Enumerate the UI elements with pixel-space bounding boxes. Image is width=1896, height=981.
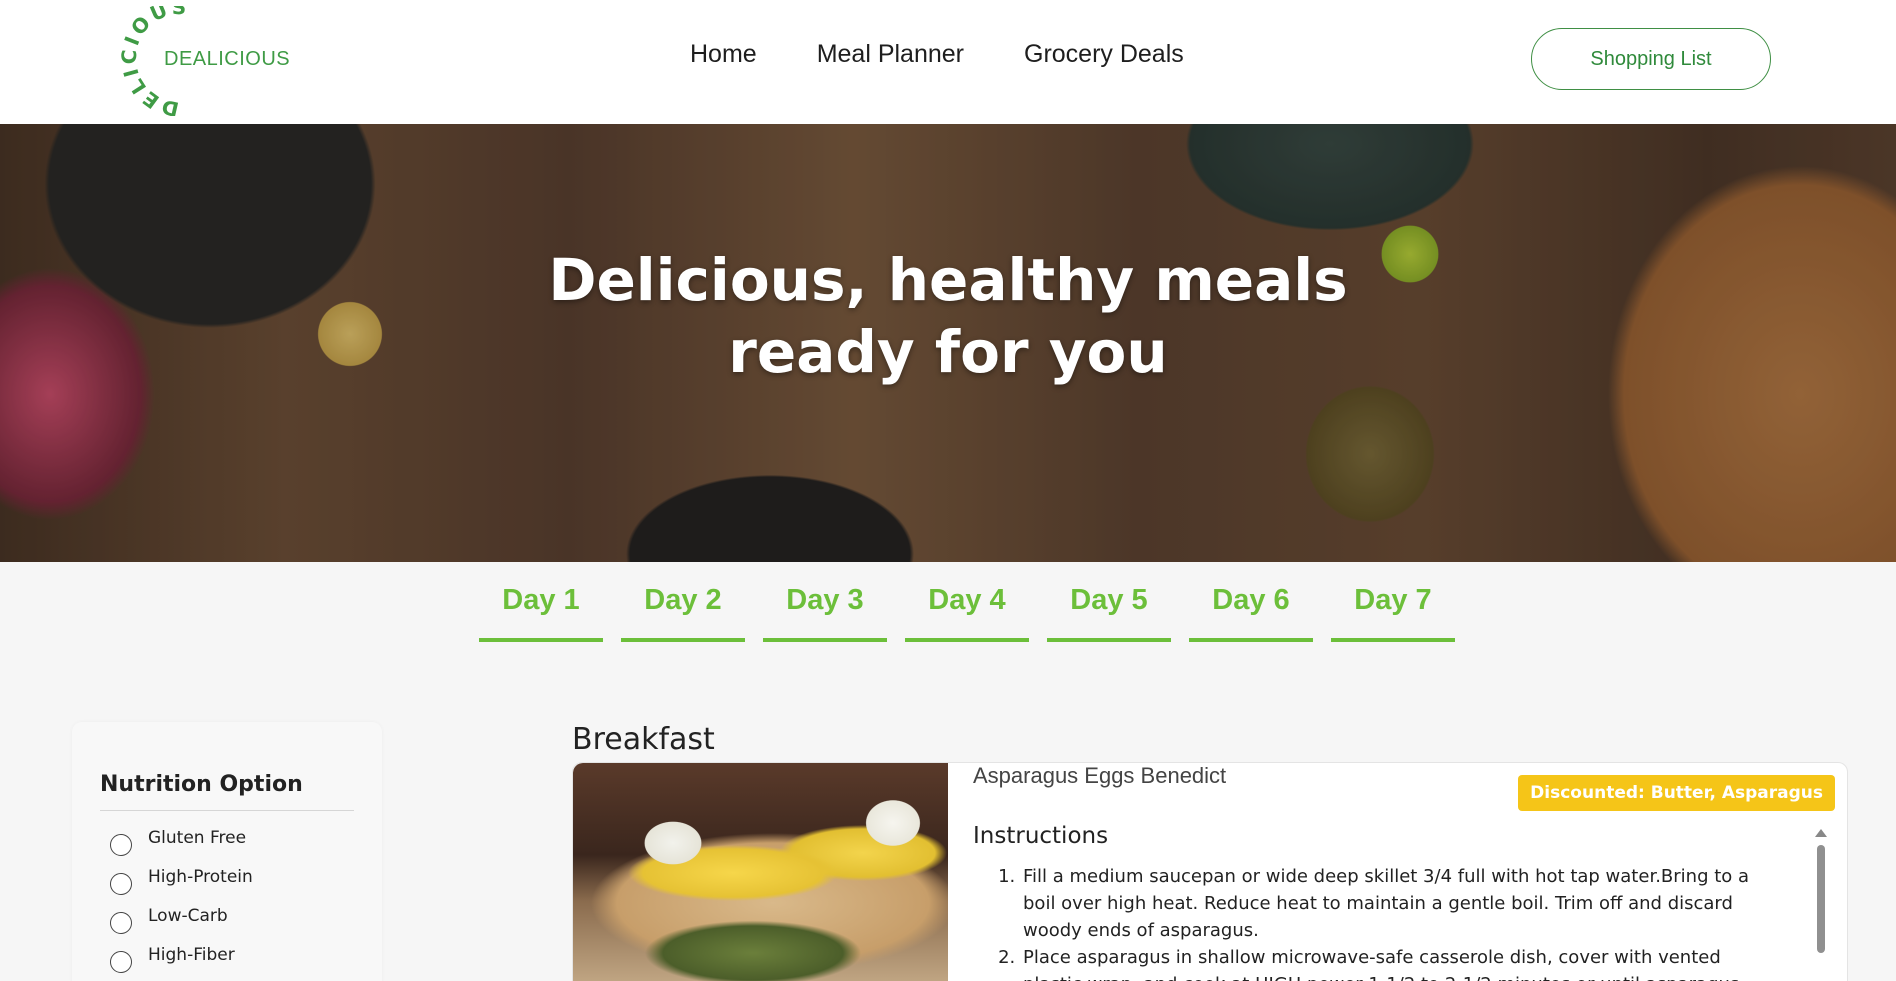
tab-day-7[interactable]: Day 7 — [1331, 578, 1455, 642]
logo-wordmark: DEALICIOUS — [164, 48, 291, 70]
recipe-image — [573, 763, 948, 981]
shopping-list-button[interactable]: Shopping List — [1531, 28, 1771, 90]
option-low-carb[interactable]: Low-Carb — [110, 906, 228, 934]
recipe-name: Asparagus Eggs Benedict — [973, 763, 1227, 788]
instruction-step: Fill a medium saucepan or wide deep skil… — [1021, 863, 1781, 944]
nutrition-filter-panel: Nutrition Option Gluten Free High-Protei… — [72, 722, 382, 981]
tab-day-2[interactable]: Day 2 — [621, 578, 745, 642]
hero-title: Delicious, healthy meals ready for you — [448, 244, 1448, 388]
option-label: Low-Carb — [148, 906, 228, 926]
nav-meal-planner[interactable]: Meal Planner — [817, 40, 964, 69]
tab-day-1[interactable]: Day 1 — [479, 578, 603, 642]
day-tabs: Day 1 Day 2 Day 3 Day 4 Day 5 Day 6 Day … — [479, 578, 1455, 642]
nav-home[interactable]: Home — [690, 40, 757, 69]
tab-day-3[interactable]: Day 3 — [763, 578, 887, 642]
meal-heading: Breakfast — [572, 722, 715, 757]
nav-grocery-deals[interactable]: Grocery Deals — [1024, 40, 1184, 69]
instructions-title: Instructions — [973, 823, 1109, 849]
option-label: High-Protein — [148, 867, 253, 887]
instructions-list: Fill a medium saucepan or wide deep skil… — [1021, 863, 1781, 981]
instruction-step: Place asparagus in shallow microwave-saf… — [1021, 944, 1781, 981]
option-high-fiber[interactable]: High-Fiber — [110, 945, 235, 973]
scrollbar-thumb[interactable] — [1817, 845, 1825, 953]
filter-divider — [100, 810, 354, 811]
recipe-card: Asparagus Eggs Benedict Discounted: Butt… — [572, 762, 1848, 981]
radio-high-protein[interactable] — [110, 873, 132, 895]
main-nav: Home Meal Planner Grocery Deals — [690, 40, 1184, 69]
option-label: High-Fiber — [148, 945, 235, 965]
logo[interactable]: DELICIOUS DEALICIOUS — [120, 6, 290, 116]
tab-day-6[interactable]: Day 6 — [1189, 578, 1313, 642]
hero-title-line-2: ready for you — [728, 318, 1168, 386]
tab-day-5[interactable]: Day 5 — [1047, 578, 1171, 642]
radio-high-fiber[interactable] — [110, 951, 132, 973]
radio-low-carb[interactable] — [110, 912, 132, 934]
discount-badge: Discounted: Butter, Asparagus — [1518, 775, 1835, 811]
option-label: Gluten Free — [148, 828, 247, 848]
site-header: DELICIOUS DEALICIOUS Home Meal Planner G… — [0, 0, 1896, 124]
option-high-protein[interactable]: High-Protein — [110, 867, 253, 895]
tab-day-4[interactable]: Day 4 — [905, 578, 1029, 642]
hero-banner: Delicious, healthy meals ready for you — [0, 124, 1896, 562]
scroll-up-icon[interactable] — [1815, 829, 1827, 837]
filter-title: Nutrition Option — [100, 772, 303, 797]
radio-gluten-free[interactable] — [110, 834, 132, 856]
option-gluten-free[interactable]: Gluten Free — [110, 828, 246, 856]
hero-title-line-1: Delicious, healthy meals — [548, 246, 1348, 314]
